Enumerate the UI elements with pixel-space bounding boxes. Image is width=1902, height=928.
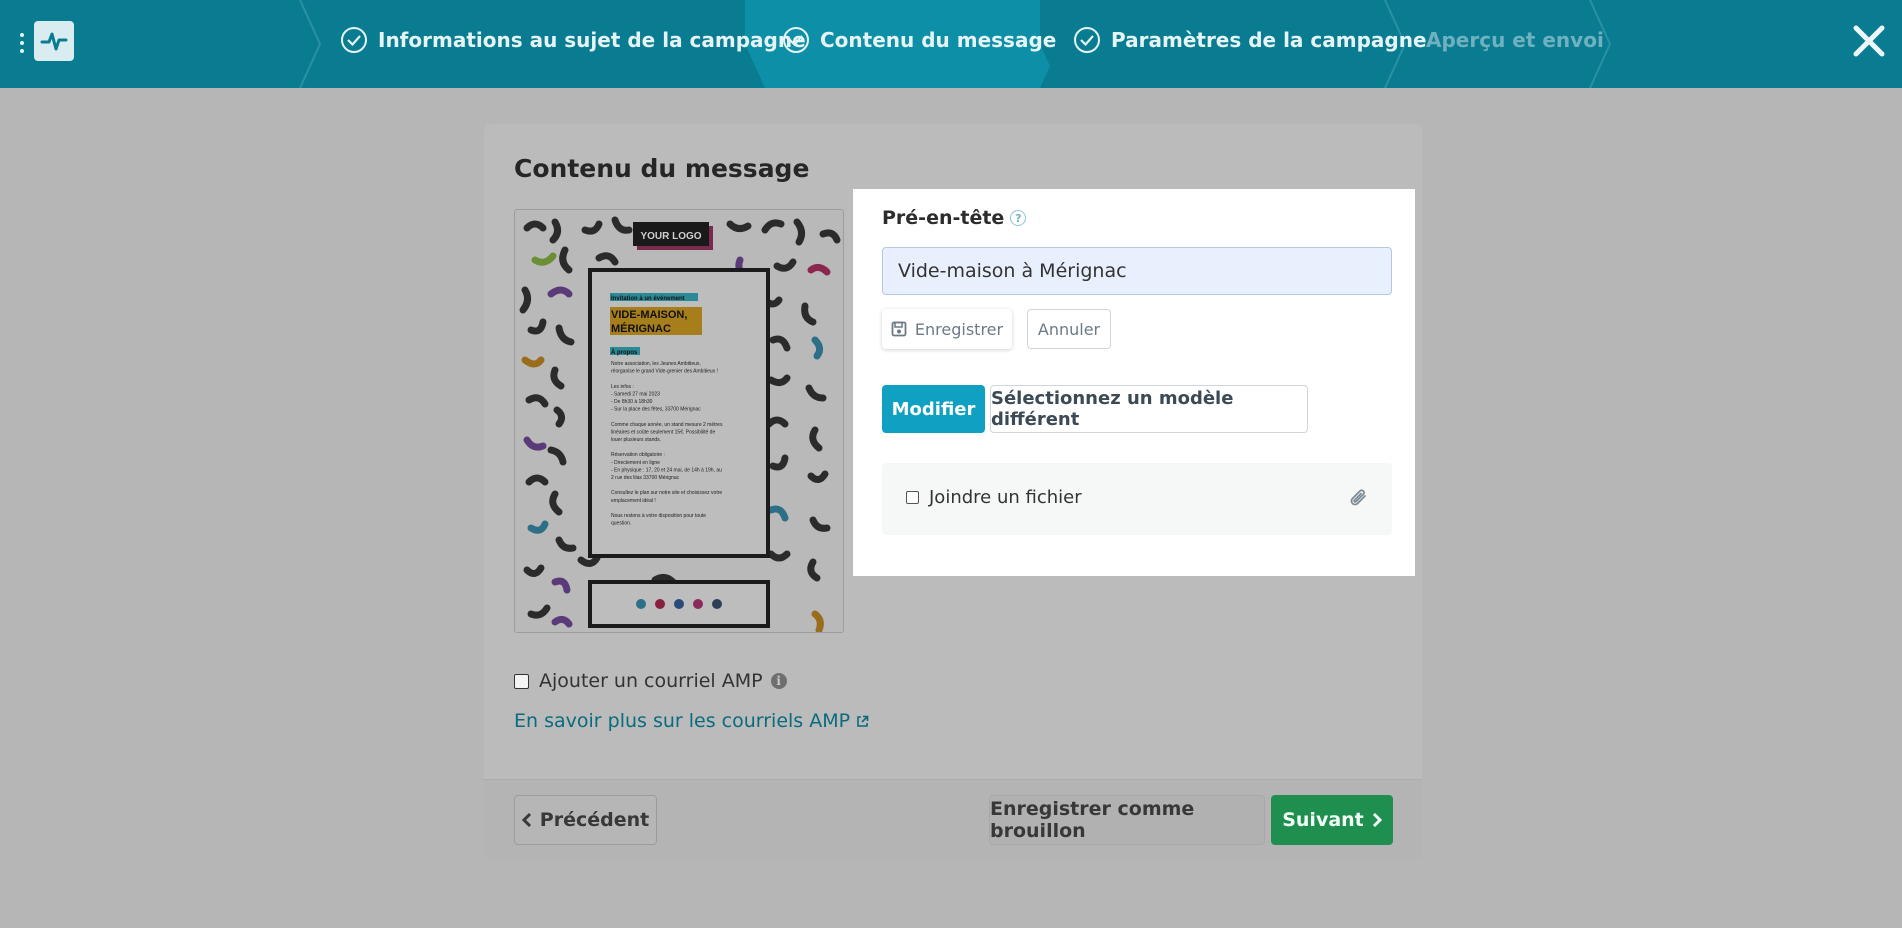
attach-file-option[interactable]: Joindre un fichier [906,487,1082,508]
paperclip-icon[interactable] [1348,487,1370,509]
facebook-icon [674,599,684,609]
preview-body-line: linéaires et coûte seulement 15€. Possib… [611,429,715,435]
preview-body-line: - Sur la place des fêtes, 33700 Mérignac [611,407,701,413]
tumblr-icon [712,599,722,609]
preheader-label-text: Pré-en-tête [882,207,1005,229]
next-button[interactable]: Suivant [1271,795,1393,845]
preview-body-line: - En physique : 17, 20 et 24 mai, de 14h… [611,467,722,473]
preview-body-line: Nous restons à votre disposition pour to… [611,513,706,519]
attachment-box: Joindre un fichier [882,463,1392,535]
amp-checkbox[interactable] [514,673,529,689]
amp-learn-more-text[interactable]: En savoir plus sur les courriels AMP [514,710,850,732]
modify-button[interactable]: Modifier [882,385,985,433]
preview-body-line: Réservation obligatoire : [611,452,665,458]
save-preheader-label: Enregistrer [914,319,1004,339]
amp-learn-more-link[interactable]: En savoir plus sur les courriels AMP [514,710,869,732]
preview-body-line: - De 8h30 à 18h30 [611,399,653,405]
select-template-label: Sélectionnez un modèle différent [991,388,1234,430]
preview-body-line: - Directement en ligne [611,460,660,466]
help-icon[interactable]: ? [1010,210,1027,226]
twitter-icon [636,599,646,609]
preview-body-line: réorganise le grand Vide-grenier des Amb… [611,369,718,375]
floppy-disk-icon [891,321,907,337]
save-preheader-button[interactable]: Enregistrer [882,309,1012,349]
email-preview-thumbnail[interactable]: YOUR LOGO Invitation à un événement VIDE… [514,209,844,633]
cancel-preheader-button[interactable]: Annuler [1027,309,1111,349]
external-link-icon [857,715,869,727]
check-circle-icon [1074,27,1100,53]
preview-body-line: 2 rue des lilas 33700 Mérignac [611,475,680,481]
preview-section-label: À propos [611,349,638,356]
preview-body-line: Les infos : [611,384,634,390]
amp-checkbox-label[interactable]: Ajouter un courriel AMP [539,670,763,692]
attach-file-checkbox[interactable] [906,491,919,504]
preheader-panel: Pré-en-tête ? Vide-maison à Mérignac Enr… [853,189,1415,576]
preview-body-line: - Samedi 27 mai 2023 [611,391,660,397]
attach-file-label[interactable]: Joindre un fichier [929,487,1082,508]
amp-option[interactable]: Ajouter un courriel AMP i [514,670,787,692]
page-title: Contenu du message [514,154,810,183]
next-button-label: Suivant [1282,809,1364,831]
instagram-icon [693,599,703,609]
step-preview-send[interactable]: Aperçu et envoi [1426,0,1604,80]
previous-button-label: Précédent [539,809,650,831]
save-draft-button[interactable]: Enregistrer comme brouillon [989,795,1265,845]
preview-headline-line-2: MÉRIGNAC [611,322,671,335]
step-campaign-info[interactable]: Informations au sujet de la campagne [340,0,806,80]
preview-body-line: Consultez le plan sur notre site et choi… [611,490,722,496]
previous-button[interactable]: Précédent [514,795,657,845]
preview-logo-text: YOUR LOGO [640,231,701,242]
preheader-input[interactable]: Vide-maison à Mérignac [882,247,1392,295]
preview-headline-line-1: VIDE-MAISON, [611,309,687,321]
check-circle-icon [783,27,809,53]
step-label: Contenu du message [820,28,1057,52]
check-circle-icon [341,27,367,53]
info-icon[interactable]: i [770,673,787,689]
close-icon[interactable] [1852,24,1886,58]
preheader-label: Pré-en-tête ? [882,207,1027,229]
step-campaign-settings[interactable]: Paramètres de la campagne [1073,0,1427,80]
step-label: Aperçu et envoi [1426,28,1604,52]
preview-body-line: question. [611,521,631,527]
step-message-content[interactable]: Contenu du message [782,0,1056,80]
preview-body-line: Comme chaque année, un stand mesure 2 mè… [611,422,723,428]
modify-button-label: Modifier [891,398,976,420]
chevron-right-icon [1372,812,1382,828]
select-template-button[interactable]: Sélectionnez un modèle différent [990,385,1308,433]
preview-body-line: Notre association, les Jeunes Ambitieux, [611,361,701,367]
preheader-input-value[interactable]: Vide-maison à Mérignac [898,260,1127,282]
wizard-header: Informations au sujet de la campagne Con… [0,0,1902,88]
preview-body-line: louer plusieurs stands. [611,437,661,443]
preview-eyebrow: Invitation à un événement [611,296,685,302]
step-label: Informations au sujet de la campagne [378,28,806,52]
kebab-menu-icon[interactable] [18,33,26,53]
save-draft-label: Enregistrer comme brouillon [990,798,1195,842]
cancel-preheader-label: Annuler [1037,319,1101,339]
app-logo[interactable] [34,21,74,61]
email-preview-graphic: YOUR LOGO Invitation à un événement VIDE… [515,210,843,632]
chevron-left-icon [521,812,531,828]
pulse-logo-icon [40,32,68,51]
youtube-icon [655,599,665,609]
preview-body-line: emplacement idéal ! [611,498,656,504]
step-label: Paramètres de la campagne [1111,28,1427,52]
